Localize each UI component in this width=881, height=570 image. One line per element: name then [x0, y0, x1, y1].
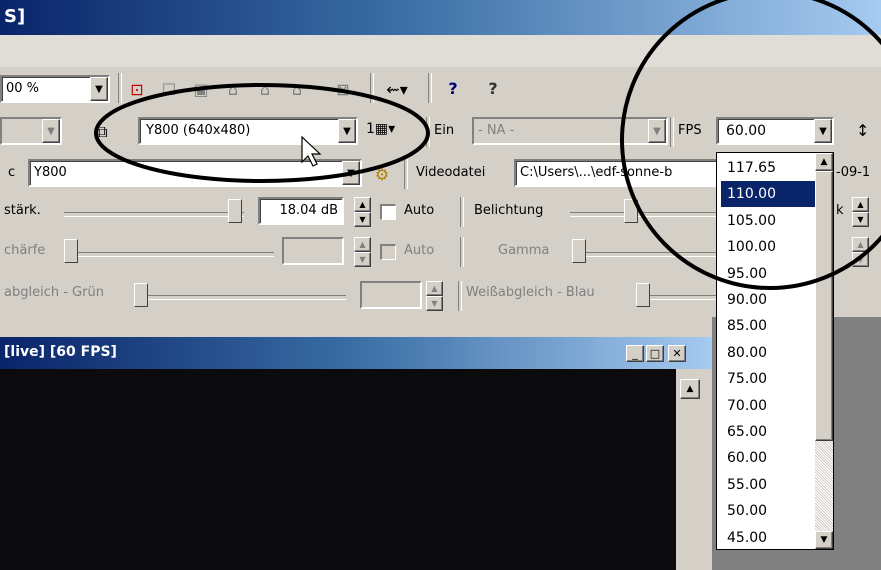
annotation-overlay [94, 0, 881, 290]
mouse-cursor-icon [301, 135, 322, 167]
annotation-ellipse-format [94, 83, 430, 183]
annotation-circle-fps [620, 0, 881, 290]
